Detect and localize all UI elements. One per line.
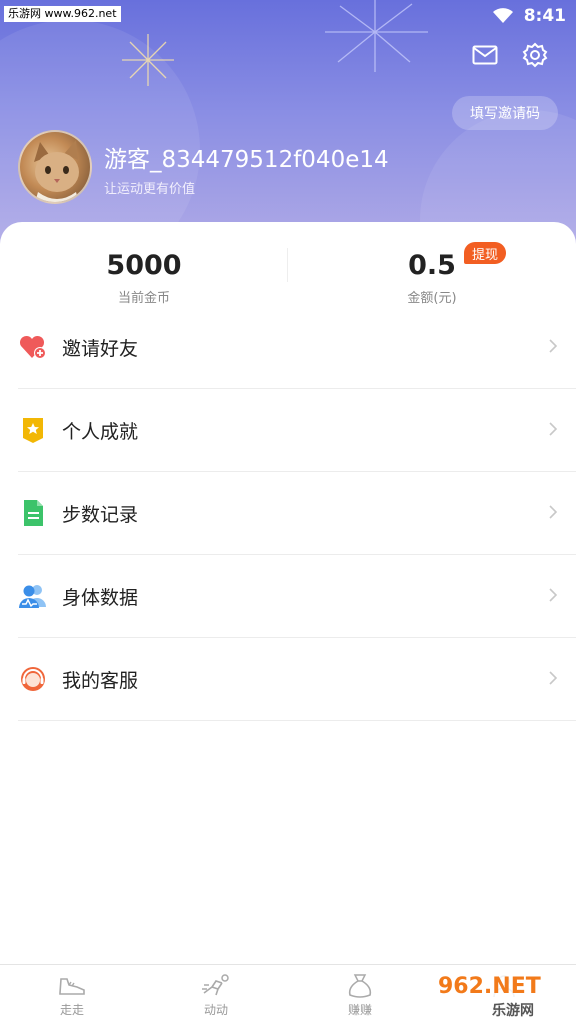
- watermark-sub: 乐游网: [492, 1003, 534, 1019]
- profile-header: 乐游网 www.962.net 8:41 填写邀请码 游客_834479512f…: [0, 0, 576, 250]
- tab-label: 赚赚: [347, 1003, 372, 1017]
- mail-button[interactable]: [470, 40, 500, 70]
- withdraw-badge[interactable]: 提现: [464, 242, 507, 264]
- avatar[interactable]: [18, 130, 92, 204]
- tab-label: 动动: [203, 1003, 228, 1017]
- brand-watermark: 962.NET 乐游网: [432, 972, 572, 1020]
- headset-icon: [18, 664, 48, 694]
- watermark-brand: 962.NET: [438, 974, 541, 999]
- firework-decoration: [122, 34, 174, 86]
- site-watermark: 乐游网 www.962.net: [4, 6, 121, 22]
- users-icon: [18, 581, 48, 611]
- menu-item-step-records[interactable]: 步数记录: [18, 472, 576, 555]
- amount-label: 金额(元): [407, 291, 457, 306]
- chevron-right-icon: [549, 339, 558, 353]
- firework-decoration: [325, 0, 428, 72]
- user-slogan: 让运动更有价值: [104, 182, 196, 197]
- document-icon: [18, 498, 48, 528]
- content-card: 5000 当前金币 0.5 金额(元) 提现 邀请好友 个人成就 步数记录 身体…: [0, 222, 576, 964]
- coins-stat: 5000 当前金币: [0, 250, 288, 306]
- mail-icon: [472, 45, 498, 65]
- menu-item-body-data[interactable]: 身体数据: [18, 555, 576, 638]
- menu-item-label: 步数记录: [62, 503, 139, 526]
- status-time: 8:41: [523, 6, 566, 26]
- menu-item-label: 邀请好友: [62, 337, 139, 360]
- run-icon: [202, 974, 229, 996]
- shoe-icon: [59, 978, 85, 995]
- tab-move[interactable]: 动动: [144, 965, 288, 1024]
- username: 游客_834479512f040e14: [104, 147, 389, 173]
- tab-walk[interactable]: 走走: [0, 965, 144, 1024]
- menu-list: 邀请好友 个人成就 步数记录 身体数据 我的客服: [18, 306, 576, 721]
- amount-stat[interactable]: 0.5 金额(元): [288, 250, 576, 306]
- gear-icon: [522, 42, 548, 68]
- chevron-right-icon: [549, 671, 558, 685]
- settings-button[interactable]: [520, 40, 550, 70]
- money-bag-icon: [348, 974, 372, 998]
- tab-earn[interactable]: 赚赚: [288, 965, 432, 1024]
- coins-value: 5000: [106, 250, 182, 281]
- chevron-right-icon: [549, 422, 558, 436]
- wifi-icon: [492, 8, 513, 23]
- coins-label: 当前金币: [117, 291, 170, 306]
- menu-item-invite-friends[interactable]: 邀请好友: [18, 306, 576, 389]
- menu-item-achievements[interactable]: 个人成就: [18, 389, 576, 472]
- heart-plus-icon: [18, 332, 48, 362]
- menu-item-label: 个人成就: [62, 420, 139, 443]
- badge-star-icon: [18, 415, 48, 445]
- menu-item-label: 身体数据: [62, 586, 139, 609]
- chevron-right-icon: [549, 588, 558, 602]
- status-bar: 8:41: [492, 4, 566, 28]
- menu-item-label: 我的客服: [62, 669, 139, 692]
- tab-label: 走走: [59, 1003, 84, 1017]
- menu-item-customer-service[interactable]: 我的客服: [18, 638, 576, 721]
- enter-invite-code-button[interactable]: 填写邀请码: [452, 96, 558, 130]
- amount-value: 0.5: [408, 250, 456, 281]
- chevron-right-icon: [549, 505, 558, 519]
